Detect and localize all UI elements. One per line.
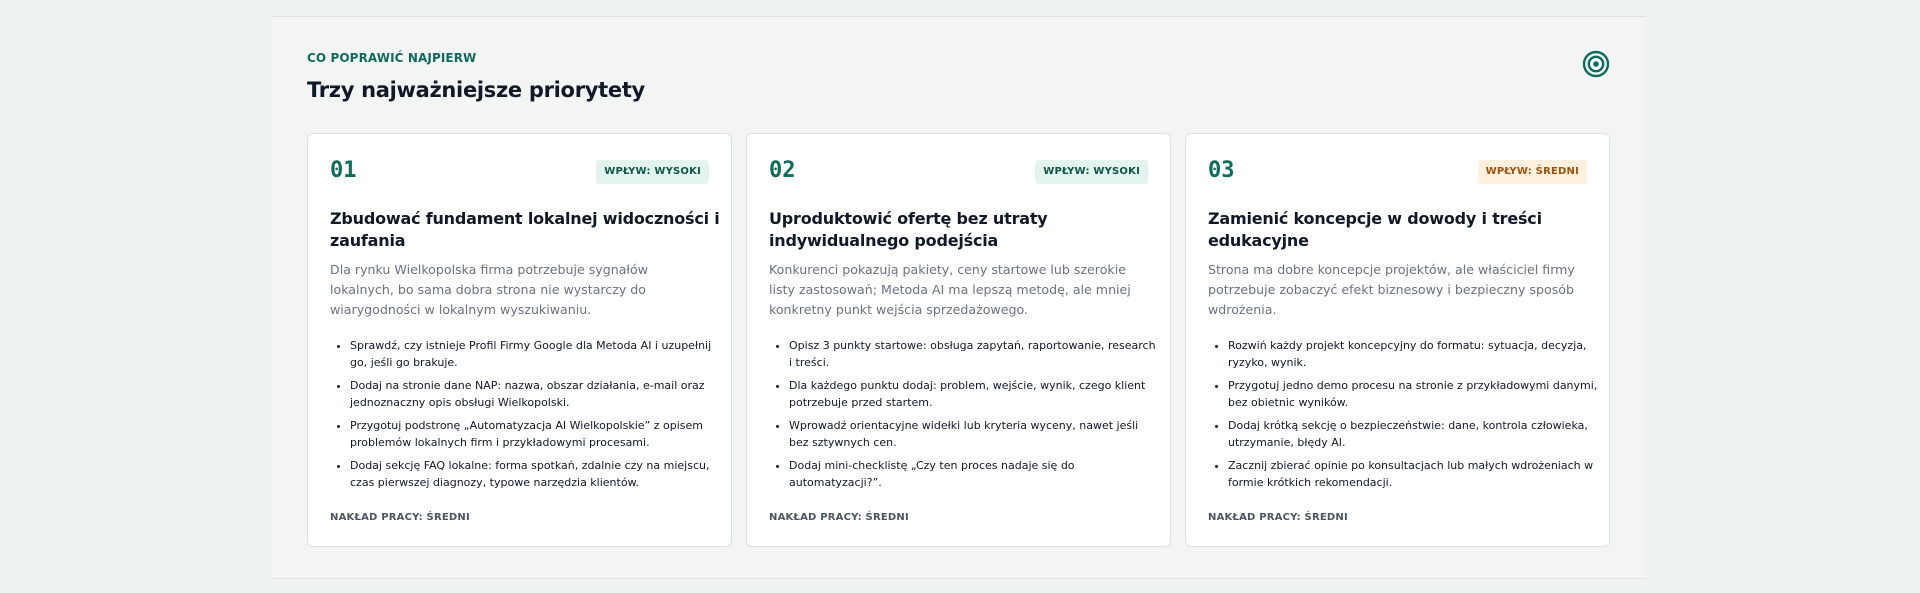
- action-item: Dodaj sekcję FAQ lokalne: forma spotkań,…: [350, 458, 720, 491]
- action-item: Dla każdego punktu dodaj: problem, wejśc…: [789, 378, 1159, 411]
- action-item: Zacznij zbierać opinie po konsultacjach …: [1228, 458, 1598, 491]
- card-title: Uproduktowić ofertę bez utraty indywidua…: [769, 209, 1048, 250]
- action-item: Przygotuj jedno demo procesu na stronie …: [1228, 378, 1598, 411]
- target-icon: [1582, 50, 1610, 78]
- priority-cards: 01 WPŁYW: WYSOKI Zbudować fundament loka…: [307, 133, 1611, 547]
- action-item: Przygotuj podstronę „Automatyzacja AI Wi…: [350, 418, 720, 451]
- priorities-section: CO POPRAWIĆ NAJPIERW Trzy najważniejsze …: [272, 16, 1646, 579]
- card-description: Strona ma dobre koncepcje projektów, ale…: [1208, 262, 1575, 317]
- impact-badge: WPŁYW: WYSOKI: [1035, 160, 1148, 184]
- action-list: Sprawdź, czy istnieje Profil Firmy Googl…: [330, 338, 720, 498]
- priority-card: 02 WPŁYW: WYSOKI Uproduktowić ofertę bez…: [746, 133, 1171, 547]
- card-title: Zbudować fundament lokalnej widoczności …: [330, 209, 720, 250]
- action-item: Opisz 3 punkty startowe: obsługa zapytań…: [789, 338, 1159, 371]
- impact-badge: WPŁYW: ŚREDNI: [1477, 160, 1587, 184]
- card-title: Zamienić koncepcje w dowody i treści edu…: [1208, 209, 1542, 250]
- action-item: Dodaj na stronie dane NAP: nazwa, obszar…: [350, 378, 720, 411]
- action-item: Sprawdź, czy istnieje Profil Firmy Googl…: [350, 338, 720, 371]
- section-title: Trzy najważniejsze priorytety: [307, 78, 645, 102]
- card-number: 02: [769, 158, 796, 183]
- effort-label: NAKŁAD PRACY: ŚREDNI: [330, 512, 470, 523]
- action-list: Rozwiń każdy projekt koncepcyjny do form…: [1208, 338, 1598, 498]
- card-description: Dla rynku Wielkopolska firma potrzebuje …: [330, 262, 649, 317]
- effort-label: NAKŁAD PRACY: ŚREDNI: [769, 512, 909, 523]
- action-item: Wprowadź orientacyjne widełki lub kryter…: [789, 418, 1159, 451]
- action-list: Opisz 3 punkty startowe: obsługa zapytań…: [769, 338, 1159, 498]
- priority-card: 03 WPŁYW: ŚREDNI Zamienić koncepcje w do…: [1185, 133, 1610, 547]
- action-item: Rozwiń każdy projekt koncepcyjny do form…: [1228, 338, 1598, 371]
- action-item: Dodaj krótką sekcję o bezpieczeństwie: d…: [1228, 418, 1598, 451]
- priority-card: 01 WPŁYW: WYSOKI Zbudować fundament loka…: [307, 133, 732, 547]
- impact-badge: WPŁYW: WYSOKI: [596, 160, 709, 184]
- card-number: 03: [1208, 158, 1235, 183]
- section-eyebrow: CO POPRAWIĆ NAJPIERW: [307, 51, 477, 65]
- action-item: Dodaj mini-checklistę „Czy ten proces na…: [789, 458, 1159, 491]
- card-number: 01: [330, 158, 357, 183]
- card-description: Konkurenci pokazują pakiety, ceny starto…: [769, 262, 1131, 317]
- effort-label: NAKŁAD PRACY: ŚREDNI: [1208, 512, 1348, 523]
